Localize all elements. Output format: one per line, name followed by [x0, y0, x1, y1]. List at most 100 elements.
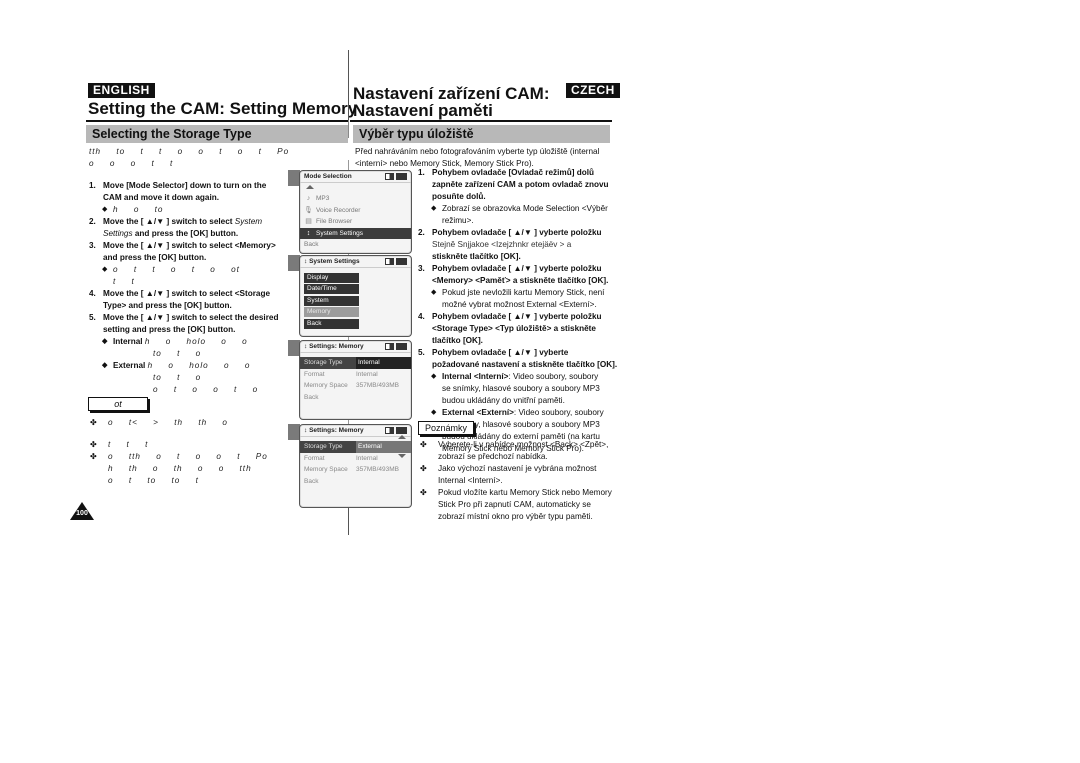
english-page-title: Setting the CAM: Setting Memory — [88, 99, 358, 118]
step-text: zapněte zařízení CAM a potom ovladač zno… — [432, 180, 609, 189]
row-back[interactable]: Back — [300, 476, 411, 488]
row-value: External — [356, 441, 411, 453]
settings-icon: ↕ — [304, 258, 308, 265]
menu-item-file-browser[interactable]: ▤ File Browser — [300, 216, 411, 228]
option-text: : Video soubory, soubory — [513, 408, 604, 417]
menu-item-date-time[interactable]: Date/Time — [304, 284, 359, 294]
step-text: CAM and move it down again. — [103, 193, 219, 202]
up-arrow-icon — [306, 185, 314, 189]
note-item: ✤ Jako výchozí nastavení je vybrána možn… — [418, 463, 618, 487]
step-text: Pohybem ovladače [Ovladač režimů] dolů — [432, 168, 594, 177]
menu-item-back[interactable]: Back — [300, 239, 411, 251]
note-text: t t t — [108, 440, 149, 449]
step-text: Move the [ ▲/▼ ] switch to select the de… — [103, 313, 279, 322]
step-number: 3. — [418, 264, 425, 273]
option-label: External — [113, 361, 146, 370]
option-text: budou ukládány do vnitřní paměti. — [442, 396, 565, 405]
battery-icon — [396, 258, 407, 265]
menu-item-voice-recorder[interactable]: 🎙︎ Voice Recorder — [300, 205, 411, 217]
step-text: setting and press the [OK] button. — [103, 325, 236, 334]
row-back[interactable]: Back — [300, 392, 411, 404]
option-label: Internal <Interní> — [442, 372, 509, 381]
internal-option: ◆ Internal <Interní>: Video soubory, sou… — [418, 371, 618, 407]
menu-item-system-settings[interactable]: ↕ System Settings — [300, 227, 411, 239]
step-number: 1. — [418, 168, 425, 177]
row-storage-type[interactable]: Storage Type Internal — [300, 357, 411, 369]
battery-icon — [396, 343, 407, 350]
notes-label-text: ot — [114, 399, 122, 409]
down-arrow-icon — [398, 453, 406, 458]
row-storage-type[interactable]: Storage Type External — [300, 441, 411, 453]
step-text: Pohybem ovladače [ ▲/▼ ] vyberte položku — [432, 264, 602, 273]
english-badge: ENGLISH — [88, 83, 155, 98]
step-number: 2. — [89, 217, 96, 226]
note-item: ✤ o tth o t o o t Po h th o th o o tth o… — [88, 451, 328, 487]
row-memory-space: Memory Space 357MB/493MB — [300, 464, 411, 476]
screen-header: ↕ Settings: Memory — [300, 341, 411, 353]
english-intro: tth to t t o o t o t Po o o o t t — [89, 146, 337, 170]
internal-option: ◆ Internal h o holo o o to t o — [89, 336, 289, 360]
row-key: Storage Type — [304, 443, 343, 450]
screen-header: ↕ System Settings — [300, 256, 411, 268]
step-4: 4. Move the [ ▲/▼ ] switch to select <St… — [89, 288, 289, 312]
step-text: Move the [ ▲/▼ ] switch to select — [103, 217, 235, 226]
menu-item-system[interactable]: System — [304, 295, 359, 306]
screen-title: Settings: Memory — [309, 343, 364, 350]
cross-bullet-icon: ✤ — [90, 440, 97, 449]
step-italic-term: Settings — [103, 229, 133, 238]
cross-bullet-icon: ✤ — [420, 488, 427, 497]
step-text: Move [Mode Selector] down to turn on the — [103, 181, 267, 190]
up-arrow-icon — [398, 435, 406, 439]
scroll-up-indicator — [300, 185, 411, 193]
diamond-bullet-icon: ◆ — [431, 373, 437, 380]
step-5: 5. Move the [ ▲/▼ ] switch to select the… — [89, 312, 289, 336]
menu-item-mp3[interactable]: ♪ MP3 — [300, 193, 411, 205]
file-icon: ▤ — [305, 218, 312, 225]
diamond-bullet-icon: ◆ — [102, 362, 108, 369]
option-text: to t o — [153, 373, 202, 382]
menu-item-memory[interactable]: Memory — [304, 307, 359, 317]
diamond-bullet-icon: ◆ — [431, 289, 437, 296]
bullet-text: Zobrazí se obrazovka Mode Selection <Výb… — [442, 204, 608, 213]
cross-bullet-icon: ✤ — [420, 440, 427, 449]
row-key: Storage Type — [304, 359, 343, 366]
column-divider-bottom — [348, 505, 349, 535]
row-value: 357MB/493MB — [356, 466, 399, 473]
bullet-text: o t t o t o ot — [113, 265, 240, 274]
menu-item-label: Voice Recorder — [316, 206, 361, 214]
step-text: <Storage Type> <Typ úložiště> a stisknět… — [432, 324, 596, 333]
step-number: 3. — [89, 241, 96, 250]
row-key: Format — [304, 454, 325, 462]
note-text: o tth o t o o t Po — [108, 452, 268, 461]
settings-icon: ↕ — [304, 343, 308, 350]
screen-memory-internal: ↕ Settings: Memory Storage Type Internal … — [299, 340, 412, 420]
menu-item-back[interactable]: Back — [304, 318, 359, 329]
step-1-note: ◆ Zobrazí se obrazovka Mode Selection <V… — [418, 203, 618, 227]
step-number: 4. — [89, 289, 96, 298]
step-text: <Memory> <Paměť> a stiskněte tlačítko [O… — [432, 276, 609, 285]
step-1: 1. Move [Mode Selector] down to turn on … — [89, 180, 289, 204]
step-3-note: ◆ o t t o t o ot t t — [89, 264, 289, 288]
option-text: se snímky, hlasové soubory a soubory MP3 — [442, 384, 600, 393]
column-divider-top — [348, 50, 349, 120]
english-steps: 1. Move [Mode Selector] down to turn on … — [89, 180, 289, 396]
step-number: 1. — [89, 181, 96, 190]
bullet-text: t t — [113, 277, 135, 286]
diamond-bullet-icon: ◆ — [102, 338, 108, 345]
menu-item-label: Back — [304, 241, 319, 248]
screen-header: ↕ Settings: Memory — [300, 425, 411, 437]
step-number: 5. — [89, 313, 96, 322]
note-text: Pokud vložíte kartu Memory Stick nebo Me… — [438, 488, 612, 497]
step-1: 1. Pohybem ovladače [Ovladač režimů] dol… — [418, 167, 618, 203]
row-format[interactable]: Format Internal — [300, 369, 411, 381]
czech-steps: 1. Pohybem ovladače [Ovladač režimů] dol… — [418, 167, 618, 455]
menu-item-display[interactable]: Display — [304, 272, 359, 283]
screen-system-settings: ↕ System Settings Display Date/Time Syst… — [299, 255, 412, 337]
diamond-bullet-icon: ◆ — [431, 409, 437, 416]
step-text: Pohybem ovladače [ ▲/▼ ] vyberte — [432, 348, 569, 357]
intro-line: Před nahráváním nebo fotografováním vybe… — [355, 147, 600, 156]
row-format[interactable]: Format Internal — [300, 453, 411, 465]
czech-notes-label: Poznámky — [418, 421, 475, 435]
option-label: Internal — [113, 337, 143, 346]
page-number: 100 — [76, 510, 88, 517]
